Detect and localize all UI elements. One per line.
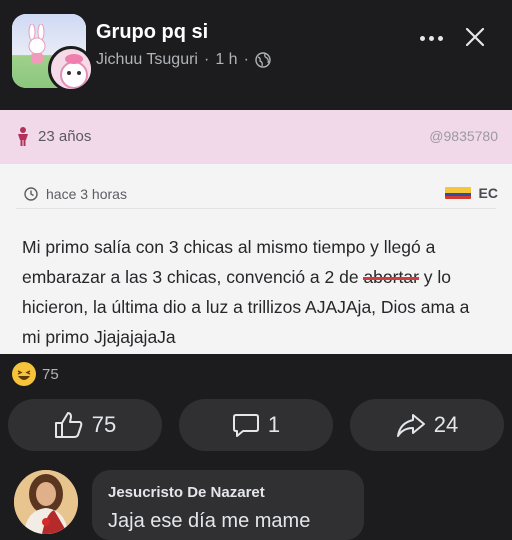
confession-text: Mi primo salía con 3 chicas al mismo tie… — [22, 232, 492, 352]
post-meta: Jichuu Tsuguri · 1 h · — [96, 51, 271, 69]
card-divider — [16, 208, 496, 209]
like-count: 75 — [91, 412, 117, 437]
author-avatar[interactable] — [48, 46, 94, 92]
share-arrow-icon — [396, 414, 425, 437]
share-button[interactable]: 24 — [350, 399, 504, 451]
jesus-portrait-icon — [14, 470, 78, 534]
female-person-icon — [18, 127, 28, 146]
reaction-count: 75 — [42, 365, 59, 383]
clock-icon — [24, 187, 38, 201]
age-row: 23 años — [16, 126, 91, 146]
confession-code: @9835780 — [429, 128, 498, 144]
meta-separator: · — [243, 51, 249, 68]
ecuador-flag-icon — [444, 187, 471, 199]
posted-time: hace 3 horas — [46, 186, 127, 202]
comment-count: 1 — [267, 412, 281, 437]
more-options-button[interactable] — [414, 28, 448, 48]
commenter-avatar[interactable] — [14, 470, 78, 534]
author-age: 23 años — [38, 127, 92, 145]
comment-icon — [232, 414, 259, 437]
like-button[interactable]: 75 — [8, 399, 162, 451]
share-count: 24 — [433, 412, 459, 437]
redacted-word: abortar — [363, 262, 420, 292]
post-header: Grupo pq si Jichuu Tsuguri · 1 h · — [0, 0, 512, 110]
haha-emoji-icon — [12, 362, 36, 386]
author-name[interactable]: Jichuu Tsuguri — [96, 51, 198, 69]
bunny-icon — [28, 24, 46, 63]
country-tag: EC — [444, 185, 498, 201]
post-time[interactable]: 1 h — [215, 51, 237, 69]
cartoon-avatar-icon — [51, 49, 91, 89]
meta-separator: · — [203, 51, 210, 68]
comment-item: Jesucristo De Nazaret Jaja ese día me ma… — [0, 462, 512, 540]
comment-button[interactable]: 1 — [179, 399, 333, 451]
reaction-summary[interactable]: 75 — [12, 362, 59, 386]
comment-author[interactable]: Jesucristo De Nazaret — [108, 484, 265, 501]
comment-bubble[interactable]: Jesucristo De Nazaret Jaja ese día me ma… — [92, 470, 364, 540]
more-dots-icon — [419, 35, 425, 41]
thumbs-up-icon — [54, 412, 83, 438]
posted-time-row: hace 3 horas — [24, 186, 127, 202]
group-name[interactable]: Grupo pq si — [96, 21, 208, 44]
country-code: EC — [478, 185, 498, 201]
comment-text: Jaja ese día me mame — [108, 510, 311, 532]
confession-card: 23 años @9835780 hace 3 horas EC Mi prim… — [0, 110, 512, 354]
globe-icon — [255, 52, 271, 68]
close-icon[interactable] — [462, 24, 488, 50]
card-header: 23 años @9835780 — [0, 110, 512, 164]
